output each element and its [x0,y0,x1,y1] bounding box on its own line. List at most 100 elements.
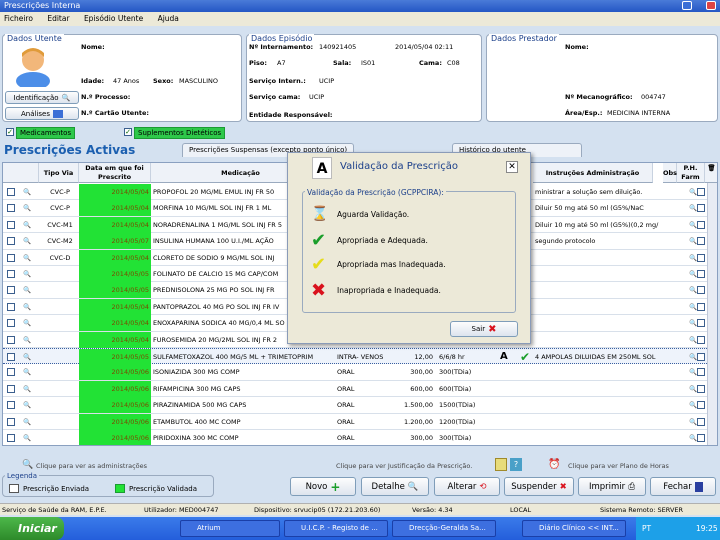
col-header-data[interactable]: Data em que foi Prescrito [79,163,151,183]
row-checkbox[interactable] [7,220,15,229]
status-org: Serviço de Saúde da RAM, E.P.E. [2,506,107,514]
row-frequencia: 300(TDia) [439,434,472,442]
task-uicp[interactable]: U.I.C.P. - Registo de ... [284,520,388,537]
table-row[interactable]: 🔍 2014/05/05 SULFAMETOXAZOL 400 MG/5 ML + … [3,348,717,365]
analises-button[interactable]: Análises [5,107,79,120]
col-header-obs[interactable]: Obs [663,163,677,183]
row-delete-checkbox[interactable] [697,237,705,246]
row-checkbox[interactable] [7,319,15,328]
row-delete-checkbox[interactable] [697,353,705,361]
legend-validada-label: Prescrição Validada [129,485,197,493]
minimize-button[interactable] [682,1,692,10]
sair-button[interactable]: Sair ✖ [450,321,518,337]
row-search-icon[interactable]: 🔍 [21,233,35,249]
row-checkbox[interactable] [7,434,15,442]
row-search-icon[interactable]: 🔍 [21,184,35,200]
row-search-icon[interactable]: 🔍 [21,299,35,315]
row-delete-checkbox[interactable] [697,204,705,213]
row-checkbox[interactable] [7,253,15,262]
row-checkbox[interactable] [7,401,15,410]
start-button[interactable]: Iniciar [0,517,64,540]
language-indicator[interactable]: PT [642,517,651,540]
patient-process-label: N.º Processo: [81,93,131,101]
row-delete-checkbox[interactable] [697,286,705,295]
grid-scrollbar[interactable] [707,183,717,445]
row-delete-checkbox[interactable] [697,270,705,278]
row-checkbox[interactable] [7,237,15,246]
menu-editar[interactable]: Editar [47,14,69,23]
admin-hint-icon: 🔍 [22,460,34,470]
row-search-icon[interactable]: 🔍 [21,332,35,348]
row-tipo-via [39,381,79,397]
col-header-instrucoes[interactable]: Instruções Administração [533,163,653,183]
row-checkbox[interactable] [7,353,15,361]
suplementos-label: Suplementos Dietéticos [134,127,226,139]
row-search-icon[interactable]: 🔍 [21,364,35,380]
row-delete-checkbox[interactable] [697,417,705,426]
task-direccao[interactable]: Drecção-Geralda Sa... [392,520,496,537]
fechar-button[interactable]: Fechar [650,477,716,496]
col-header-tipo-via[interactable]: Tipo Via [39,163,79,183]
row-search-icon[interactable]: 🔍 [21,430,35,445]
row-via: ORAL [337,368,355,377]
row-delete-checkbox[interactable] [697,368,705,377]
detalhe-button[interactable]: Detalhe 🔍 [361,477,429,496]
row-delete-checkbox[interactable] [697,188,705,196]
row-via: ORAL [337,384,355,393]
suplementos-checkbox[interactable]: ✓ [124,128,132,136]
suspender-button[interactable]: Suspender ✖ [504,477,574,496]
row-delete-checkbox[interactable] [697,434,705,442]
row-search-icon[interactable]: 🔍 [21,315,35,331]
row-delete-checkbox[interactable] [697,319,705,328]
row-delete-checkbox[interactable] [697,401,705,410]
close-window-button[interactable] [706,1,716,10]
row-checkbox[interactable] [7,286,15,295]
dialog-close-button[interactable]: ✕ [506,161,518,173]
col-header-ph-farm[interactable]: P.H. Farm [677,163,705,183]
menu-ficheiro[interactable]: Ficheiro [4,14,33,23]
row-checkbox[interactable] [7,417,15,426]
row-checkbox[interactable] [7,368,15,377]
row-instrucoes [533,332,663,348]
identificacao-button[interactable]: Identificação 🔍 [5,91,79,104]
row-delete-checkbox[interactable] [697,384,705,393]
row-search-icon[interactable]: 🔍 [21,250,35,266]
row-search-icon[interactable]: 🔍 [21,282,35,298]
table-row[interactable]: 🔍 2014/05/06 RIFAMPICINA 300 MG CAPS ORAL 60… [3,380,717,398]
col-header-delete[interactable]: 🗑 [705,163,717,183]
row-search-icon[interactable]: 🔍 [21,266,35,282]
novo-button[interactable]: Novo + [290,477,356,496]
table-row[interactable]: 🔍 2014/05/06 ETAMBUTOL 400 MC COMP ORAL 1.20… [3,413,717,430]
row-checkbox[interactable] [7,384,15,393]
row-delete-checkbox[interactable] [697,253,705,262]
row-search-icon[interactable]: 🔍 [21,200,35,216]
table-row[interactable]: 🔍 2014/05/06 PIRIDOXINA 300 MC COMP ORAL 300… [3,430,717,445]
row-search-icon[interactable]: 🔍 [21,414,35,430]
row-search-icon[interactable]: 🔍 [21,397,35,413]
tab-prescricoes-activas[interactable]: Prescrições Activas [4,143,135,157]
menu-ajuda[interactable]: Ajuda [158,14,179,23]
row-delete-checkbox[interactable] [697,220,705,229]
row-delete-checkbox[interactable] [697,302,705,311]
medicamentos-checkbox[interactable]: ✓ [6,128,14,136]
row-search-icon[interactable]: 🔍 [21,217,35,233]
row-checkbox[interactable] [7,302,15,311]
admin-hint: Clique para ver as administrações [36,462,148,470]
row-delete-checkbox[interactable] [697,335,705,344]
window-title: Prescrições Interna [4,1,81,10]
patient-name-label: Nome: [81,43,105,51]
menu-episodio-utente[interactable]: Episódio Utente [84,14,143,23]
imprimir-button[interactable]: Imprimir ⎙ [578,477,646,496]
task-diario[interactable]: Diário Clínico << INT... [522,520,626,537]
row-checkbox[interactable] [7,270,15,278]
row-instrucoes: segundo protocolo [535,237,596,246]
row-search-icon[interactable]: 🔍 [21,349,35,365]
row-checkbox[interactable] [7,204,15,213]
row-checkbox[interactable] [7,335,15,344]
alterar-button[interactable]: Alterar ⟲ [434,477,500,496]
table-row[interactable]: 🔍 2014/05/06 PIRAZINAMIDA 500 MG CAPS ORAL 1… [3,397,717,414]
row-search-icon[interactable]: 🔍 [21,381,35,397]
task-atrium[interactable]: Atrium [180,520,280,537]
table-row[interactable]: 🔍 2014/05/06 ISONIAZIDA 300 MG COMP ORAL 300… [3,364,717,381]
row-checkbox[interactable] [7,188,15,196]
